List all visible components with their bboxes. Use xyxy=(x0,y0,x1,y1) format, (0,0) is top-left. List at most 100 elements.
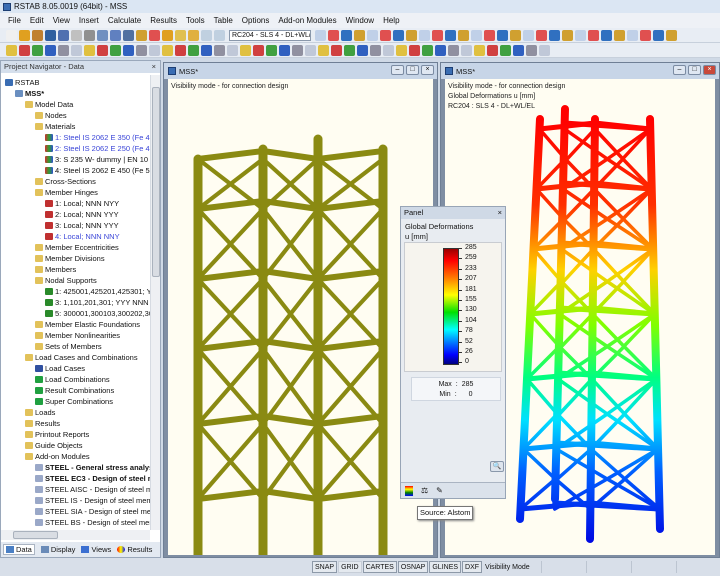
toolbar-button-icon[interactable] xyxy=(45,29,56,41)
close-icon[interactable]: × xyxy=(498,207,502,219)
status-toggle-snap[interactable]: SNAP xyxy=(312,561,338,573)
toolbar-button-icon[interactable] xyxy=(315,29,326,41)
toolbar-button-icon[interactable] xyxy=(201,44,212,56)
tree-item[interactable]: STEEL EC3 - Design of steel r xyxy=(35,473,150,484)
toolbar-button-icon[interactable] xyxy=(474,44,485,56)
toolbar-button-icon[interactable] xyxy=(136,29,147,41)
tree-item[interactable]: Add-on Modules xyxy=(25,451,90,462)
toolbar-button-icon[interactable] xyxy=(653,29,664,41)
toolbar-button-icon[interactable] xyxy=(510,29,521,41)
toolbar-button-icon[interactable] xyxy=(328,29,339,41)
toolbar-button-icon[interactable] xyxy=(344,44,355,56)
toolbar-button-icon[interactable] xyxy=(471,29,482,41)
tree-item[interactable]: Guide Objects xyxy=(25,440,83,451)
toolbar-button-icon[interactable] xyxy=(149,44,160,56)
model-viewport[interactable]: Visibility mode - for connection design xyxy=(168,79,433,555)
tree-item[interactable]: Load Cases xyxy=(35,363,85,374)
tree-item[interactable]: Member Elastic Foundations xyxy=(35,319,140,330)
toolbar-button-icon[interactable] xyxy=(448,44,459,56)
toolbar-button-icon[interactable] xyxy=(201,29,212,41)
toolbar-button-icon[interactable] xyxy=(513,44,524,56)
tree-item[interactable]: MSS* xyxy=(15,88,44,99)
toolbar-button-icon[interactable] xyxy=(58,29,69,41)
toolbar-button-icon[interactable] xyxy=(253,44,264,56)
toolbar-button-icon[interactable] xyxy=(526,44,537,56)
tree-item[interactable]: Result Combinations xyxy=(35,385,114,396)
tree-item[interactable]: Load Cases and Combinations xyxy=(25,352,138,363)
toolbar-button-icon[interactable] xyxy=(84,44,95,56)
tree-item[interactable]: Nodal Supports xyxy=(35,275,97,286)
tree-item[interactable]: 3: 1,101,201,301; YYY NNN xyxy=(45,297,149,308)
menu-help[interactable]: Help xyxy=(383,16,399,25)
toolbar-button-icon[interactable] xyxy=(292,44,303,56)
tree-item[interactable]: Member Divisions xyxy=(35,253,105,264)
toolbar-button-icon[interactable] xyxy=(149,29,160,41)
menu-results[interactable]: Results xyxy=(150,16,177,25)
toolbar-button-icon[interactable] xyxy=(175,44,186,56)
menu-file[interactable]: File xyxy=(8,16,21,25)
toolbar-button-icon[interactable] xyxy=(110,29,121,41)
menu-tools[interactable]: Tools xyxy=(186,16,205,25)
menu-options[interactable]: Options xyxy=(242,16,270,25)
toolbar-button-icon[interactable] xyxy=(432,29,443,41)
horizontal-scrollbar[interactable] xyxy=(1,530,150,540)
toolbar-button-icon[interactable] xyxy=(6,29,17,41)
status-toggle-dxf[interactable]: DXF xyxy=(462,561,483,573)
tab-display[interactable]: Display xyxy=(40,545,75,554)
tree-item[interactable]: Member Nonlinearities xyxy=(35,330,120,341)
toolbar-button-icon[interactable] xyxy=(380,29,391,41)
toolbar-button-icon[interactable] xyxy=(523,29,534,41)
tree-item[interactable]: Results xyxy=(25,418,60,429)
toolbar-button-icon[interactable] xyxy=(58,44,69,56)
tree-item[interactable]: Materials xyxy=(35,121,75,132)
toolbar-button-icon[interactable] xyxy=(435,44,446,56)
toolbar-button-icon[interactable] xyxy=(45,44,56,56)
status-toggle-osnap[interactable]: OSNAP xyxy=(397,561,429,573)
tree-item[interactable]: 4: Steel IS 2062 E 450 (Fe 57 xyxy=(45,165,150,176)
toolbar-button-icon[interactable] xyxy=(601,29,612,41)
toolbar-button-icon[interactable] xyxy=(123,29,134,41)
toolbar-button-icon[interactable] xyxy=(422,44,433,56)
toolbar-button-icon[interactable] xyxy=(188,29,199,41)
menu-table[interactable]: Table xyxy=(214,16,233,25)
toolbar-button-icon[interactable] xyxy=(214,29,225,41)
toolbar-button-icon[interactable] xyxy=(383,44,394,56)
toolbar-button-icon[interactable] xyxy=(487,44,498,56)
toolbar-button-icon[interactable] xyxy=(279,44,290,56)
status-toggle-cartes[interactable]: CARTES xyxy=(362,561,397,573)
toolbar-button-icon[interactable] xyxy=(458,29,469,41)
tree-item[interactable]: STEEL AISC - Design of steel m xyxy=(35,484,150,495)
toolbar-button-icon[interactable] xyxy=(539,44,550,56)
close-button[interactable]: × xyxy=(703,65,716,75)
toolbar-button-icon[interactable] xyxy=(266,44,277,56)
panel-header[interactable]: Panel × xyxy=(401,207,505,219)
toolbar-button-icon[interactable] xyxy=(461,44,472,56)
load-combination-select[interactable]: RC204 - SLS 4 - DL+WL/E xyxy=(229,29,311,41)
toolbar-button-icon[interactable] xyxy=(97,29,108,41)
toolbar-button-icon[interactable] xyxy=(32,29,43,41)
scroll-thumb[interactable] xyxy=(152,87,160,277)
toolbar-button-icon[interactable] xyxy=(97,44,108,56)
tree-item[interactable]: STEEL BS - Design of steel mer xyxy=(35,517,150,528)
toolbar-button-icon[interactable] xyxy=(445,29,456,41)
toolbar-button-icon[interactable] xyxy=(640,29,651,41)
toolbar-button-icon[interactable] xyxy=(588,29,599,41)
toolbar-button-icon[interactable] xyxy=(188,44,199,56)
status-toggle-glines[interactable]: GLINES xyxy=(429,561,462,573)
tab-views[interactable]: Views xyxy=(81,545,111,554)
toolbar-button-icon[interactable] xyxy=(497,29,508,41)
tree-item[interactable]: STEEL SIA - Design of steel me xyxy=(35,506,150,517)
toolbar-button-icon[interactable] xyxy=(666,29,677,41)
tree-item[interactable]: STEEL - General stress analys xyxy=(35,462,150,473)
vertical-scrollbar[interactable] xyxy=(150,75,160,530)
tree-item[interactable]: RSTAB xyxy=(5,77,39,88)
toolbar-button-icon[interactable] xyxy=(227,44,238,56)
balance-tab-icon[interactable]: ⚖ xyxy=(421,486,428,495)
toolbar-button-icon[interactable] xyxy=(71,29,82,41)
tree-item[interactable]: Members xyxy=(35,264,76,275)
maximize-button[interactable]: □ xyxy=(688,65,701,75)
tree-item[interactable]: Member Eccentricities xyxy=(35,242,119,253)
toolbar-button-icon[interactable] xyxy=(536,29,547,41)
toolbar-button-icon[interactable] xyxy=(354,29,365,41)
toolbar-button-icon[interactable] xyxy=(318,44,329,56)
